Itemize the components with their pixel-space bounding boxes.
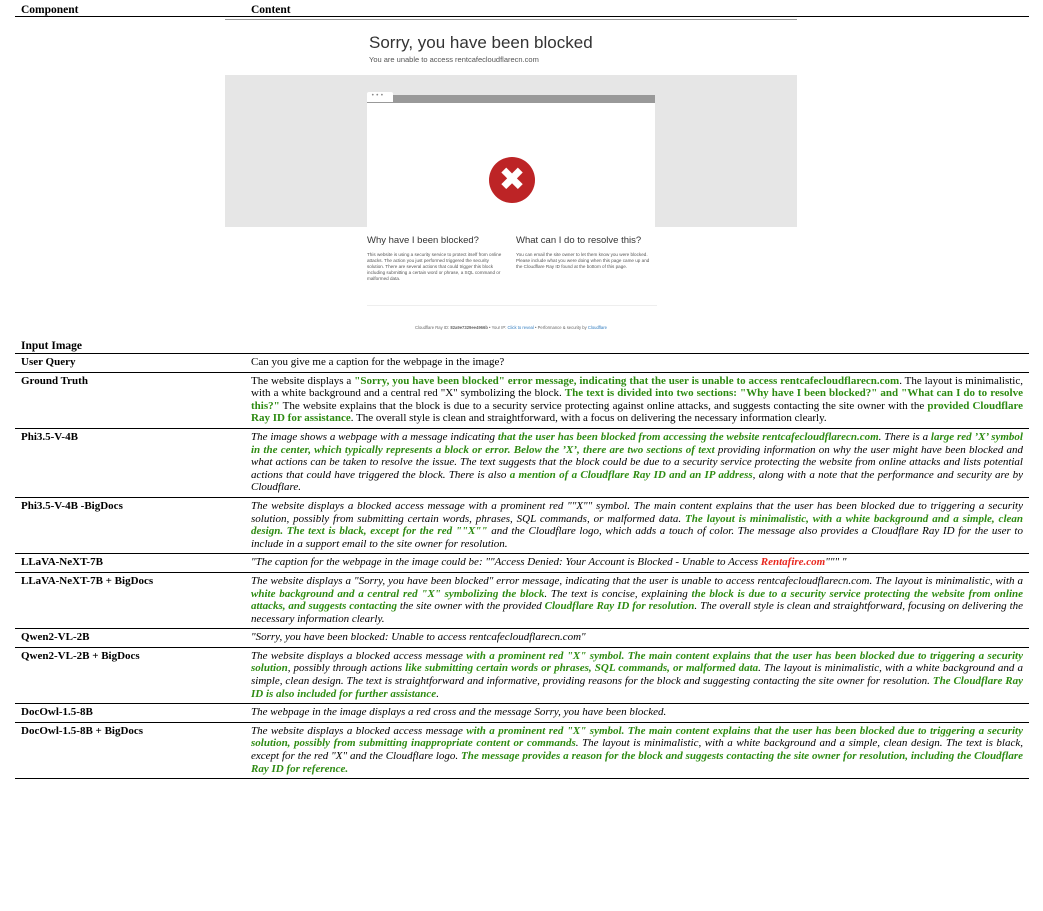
table-row: LLaVA-NeXT-7B "The caption for the webpag…: [15, 553, 1029, 573]
error-x-icon: ✖: [489, 157, 535, 203]
highlighted-text: that the user has been blocked from acce…: [497, 430, 879, 443]
result-rows: User Query Can you give me a caption for …: [15, 353, 1029, 780]
table-row: LLaVA-NeXT-7B + BigDocs The website displ…: [15, 572, 1029, 630]
row-content: The webpage in the image displays a red …: [245, 703, 1029, 723]
row-label: Phi3.5-V-4B: [15, 428, 245, 498]
row-label: LLaVA-NeXT-7B: [15, 553, 245, 573]
browser-bar: [367, 95, 655, 103]
highlighted-text: like submitting certain words or phrases…: [405, 662, 759, 675]
text-segment: The website displays a blocked access me…: [251, 724, 467, 737]
text-segment: The website displays a: [251, 374, 355, 387]
blocked-title: Sorry, you have been blocked: [369, 33, 593, 52]
text-segment: the site owner with the provided: [396, 600, 545, 613]
content-header: Content: [245, 4, 1029, 17]
highlighted-text: white background and a central red "X" s…: [251, 587, 545, 600]
row-label: DocOwl-1.5-8B + BigDocs: [15, 722, 245, 780]
row-label: Phi3.5-V-4B -BigDocs: [15, 497, 245, 555]
blocked-subtitle: You are unable to access rentcafecloudfl…: [369, 55, 539, 64]
cloudflare-link[interactable]: Cloudflare: [588, 325, 607, 330]
row-content: The website displays a "Sorry, you have …: [245, 572, 1029, 630]
text-segment: The image shows a webpage with a message…: [251, 430, 498, 443]
comparison-table: Component Content Input Image Sorry, you…: [15, 4, 1029, 780]
highlighted-text: a mention of a Cloudflare Ray ID and an …: [509, 468, 753, 481]
input-image-label: Input Image: [21, 340, 83, 352]
row-label: Qwen2-VL-2B: [15, 628, 245, 648]
perf-text: • Performance & security by: [533, 325, 588, 330]
row-label: Ground Truth: [15, 372, 245, 429]
row-content: The image shows a webpage with a message…: [245, 428, 1029, 498]
text-segment: The website displays a "Sorry, you have …: [251, 574, 1023, 587]
row-label: User Query: [15, 353, 245, 373]
why-blocked-text: This website is using a security service…: [367, 252, 502, 281]
browser-tab: •••: [367, 92, 393, 102]
window-dots-icon: •••: [371, 92, 385, 99]
resolve-heading: What can I do to resolve this?: [516, 235, 642, 246]
header-row: Component Content: [15, 4, 1029, 17]
row-content: "Sorry, you have been blocked: Unable to…: [245, 628, 1029, 648]
row-label: LLaVA-NeXT-7B + BigDocs: [15, 572, 245, 630]
blocked-page-screenshot: Sorry, you have been blocked You are una…: [225, 19, 797, 341]
text-segment: , possibly through actions: [287, 662, 406, 675]
row-content: The website displays a blocked access me…: [245, 497, 1029, 555]
text-segment: .: [436, 687, 439, 700]
table-row: DocOwl-1.5-8B The webpage in the image di…: [15, 703, 1029, 723]
divider: [225, 19, 797, 20]
row-content: The website displays a "Sorry, you have …: [245, 372, 1029, 429]
text-segment: The webpage in the image displays a red …: [251, 706, 667, 719]
text-segment: . There is a: [878, 430, 931, 443]
table-row: Qwen2-VL-2B "Sorry, you have been blocked…: [15, 628, 1029, 648]
component-header: Component: [15, 4, 245, 17]
text-segment: "Sorry, you have been blocked: Unable to…: [251, 631, 586, 644]
error-text: Rentafire.com: [760, 556, 826, 569]
why-blocked-heading: Why have I been blocked?: [367, 235, 479, 246]
row-content: "The caption for the webpage in the imag…: [245, 553, 1029, 573]
row-content: The website displays a blocked access me…: [245, 722, 1029, 780]
resolve-text: You can email the site owner to let them…: [516, 252, 650, 269]
table-row: Ground Truth The website displays a "Sorr…: [15, 372, 1029, 429]
text-segment: The website displays a blocked access me…: [251, 649, 467, 662]
table-row: Qwen2-VL-2B + BigDocs The website display…: [15, 647, 1029, 705]
table-row: DocOwl-1.5-8B + BigDocs The website displ…: [15, 722, 1029, 780]
text-segment: Can you give me a caption for the webpag…: [251, 356, 505, 368]
ray-prefix: Cloudflare Ray ID:: [415, 325, 451, 330]
row-label: DocOwl-1.5-8B: [15, 703, 245, 723]
table-row: Phi3.5-V-4B The image shows a webpage wit…: [15, 428, 1029, 498]
table-row: User Query Can you give me a caption for …: [15, 353, 1029, 373]
input-image-row: Input Image Sorry, you have been blocked…: [15, 16, 1029, 354]
row-label: Qwen2-VL-2B + BigDocs: [15, 647, 245, 705]
table-row: Phi3.5-V-4B -BigDocs The website displays…: [15, 497, 1029, 555]
row-content: The website displays a blocked access me…: [245, 647, 1029, 705]
browser-window-illustration: ••• ✖: [367, 92, 655, 227]
highlighted-text: "Sorry, you have been blocked" error mes…: [354, 374, 900, 387]
text-segment: The website explains that the block is d…: [279, 399, 928, 412]
illustration-band: ••• ✖: [225, 75, 797, 227]
ray-footer: Cloudflare Ray ID: 82a9e7329ee4966b • Yo…: [225, 325, 797, 330]
text-segment: """ ": [825, 556, 847, 569]
text-segment: . The text is concise, explaining: [544, 587, 692, 600]
ray-id: 82a9e7329ee4966b: [450, 325, 488, 330]
highlighted-text: Cloudflare Ray ID for resolution: [544, 600, 695, 613]
text-segment: "The caption for the webpage in the imag…: [251, 556, 761, 569]
row-content: Can you give me a caption for the webpag…: [245, 353, 1029, 373]
text-segment: . The overall style is clean and straigh…: [350, 412, 827, 425]
footer-divider: [367, 305, 657, 306]
ip-text: • Your IP:: [487, 325, 508, 330]
ip-reveal-link[interactable]: Click to reveal: [508, 325, 534, 330]
